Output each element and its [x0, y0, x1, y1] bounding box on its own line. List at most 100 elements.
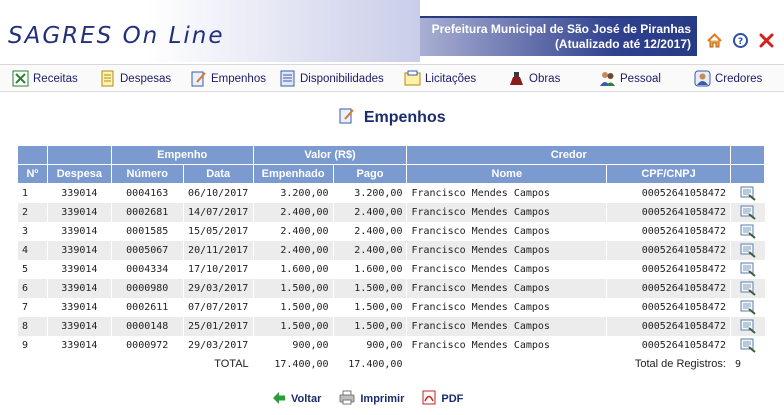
document-detail-icon[interactable] [735, 262, 761, 277]
logo-area: SAGRES On Line [0, 0, 420, 62]
group-header-empenho: Empenho [110, 145, 254, 165]
document-detail-icon[interactable] [735, 243, 761, 258]
header-icons: ? [706, 32, 775, 49]
document-detail-icon[interactable] [735, 338, 761, 353]
menu-item-credores[interactable]: Credores [694, 70, 762, 87]
detail-cell[interactable] [729, 278, 765, 298]
actions-bar: Voltar Imprimir PDF [272, 390, 463, 408]
cell-cpf: 00052641058472 [606, 221, 731, 241]
cell-despesa: 339014 [46, 202, 112, 222]
cell-numero: 0001585 [110, 221, 184, 241]
menu-label: Pessoal [620, 72, 661, 85]
imprimir-button[interactable]: Imprimir [339, 390, 404, 408]
printer-icon [339, 390, 355, 408]
menu-item-obras[interactable]: Obras [508, 70, 560, 87]
cell-pago: 900,00 [332, 335, 407, 355]
menu-label: Obras [529, 72, 561, 85]
cell-pago: 1.500,00 [332, 297, 407, 317]
menu-label: Despesas [120, 72, 172, 85]
document-detail-icon[interactable] [735, 205, 761, 220]
cell-empenhado: 900,00 [252, 335, 334, 355]
column-header-despesa: Despesa [46, 164, 112, 184]
cell-cpf: 00052641058472 [606, 335, 731, 355]
table-row: 2 339014 0002681 14/07/2017 2.400,00 2.400,00… [17, 202, 765, 222]
column-header-pago: Pago [332, 164, 408, 184]
cell-empenhado: 2.400,00 [252, 221, 334, 241]
cell-n: 5 [17, 259, 48, 279]
cell-numero: 0002681 [110, 202, 184, 222]
document-detail-icon[interactable] [735, 224, 761, 239]
pessoal-icon [599, 70, 616, 87]
cell-nome: Francisco Mendes Campos [406, 202, 607, 222]
cell-data: 14/07/2017 [182, 202, 254, 222]
cell-cpf: 00052641058472 [606, 278, 731, 298]
document-detail-icon[interactable] [735, 300, 761, 315]
menu-item-disponibilidades[interactable]: Disponibilidades [279, 70, 384, 87]
detail-cell[interactable] [729, 259, 765, 279]
cell-numero: 0004163 [110, 183, 184, 203]
cell-cpf: 00052641058472 [606, 259, 731, 279]
disponibilidades-icon [279, 70, 296, 87]
cell-nome: Francisco Mendes Campos [406, 278, 607, 298]
menu-item-licitacoes[interactable]: Licitações [404, 70, 476, 87]
group-header-valor: Valor (R$) [252, 145, 408, 165]
cell-empenhado: 1.500,00 [252, 316, 334, 336]
svg-text:?: ? [738, 37, 743, 47]
empenhos-icon [338, 107, 355, 124]
detail-cell[interactable] [729, 183, 765, 203]
cell-n: 9 [17, 335, 48, 355]
table-row: 7 339014 0002611 07/07/2017 1.500,00 1.500,00… [17, 297, 765, 317]
cell-data: 17/10/2017 [182, 259, 254, 279]
detail-cell[interactable] [729, 240, 765, 260]
cell-empenhado: 1.500,00 [252, 278, 334, 298]
voltar-label: Voltar [291, 393, 322, 405]
cell-empenhado: 2.400,00 [252, 202, 334, 222]
cell-numero: 0000148 [110, 316, 184, 336]
menu-label: Credores [715, 72, 763, 85]
home-icon[interactable] [706, 32, 723, 49]
cell-despesa: 339014 [46, 259, 112, 279]
document-detail-icon[interactable] [735, 319, 761, 334]
voltar-button[interactable]: Voltar [272, 391, 321, 408]
pdf-button[interactable]: PDF [422, 390, 463, 408]
document-detail-icon[interactable] [735, 186, 761, 201]
document-detail-icon[interactable] [735, 281, 761, 296]
obras-icon [508, 70, 525, 87]
cell-numero: 0000980 [110, 278, 184, 298]
atualizado-label: (Atualizado até 12/2017) [554, 37, 691, 51]
menu-item-despesas[interactable]: Despesas [99, 70, 171, 87]
cell-data: 29/03/2017 [182, 335, 254, 355]
cell-nome: Francisco Mendes Campos [406, 259, 607, 279]
menu-item-receitas[interactable]: Receitas [12, 70, 78, 87]
detail-cell[interactable] [729, 335, 765, 355]
detail-cell[interactable] [729, 202, 765, 222]
cell-data: 07/07/2017 [182, 297, 254, 317]
help-icon[interactable]: ? [732, 32, 749, 49]
empenhos-table: Empenho Valor (R$) Credor Nº Despesa Núm… [17, 145, 766, 374]
cell-n: 7 [17, 297, 48, 317]
cell-cpf: 00052641058472 [606, 183, 731, 203]
pdf-icon [422, 390, 436, 408]
menu-item-pessoal[interactable]: Pessoal [599, 70, 661, 87]
header: SAGRES On Line Prefeitura Municipal de S… [0, 0, 784, 62]
cell-pago: 1.500,00 [332, 316, 407, 336]
cell-despesa: 339014 [46, 278, 112, 298]
prefeitura-name: Prefeitura Municipal de São José de Pira… [431, 22, 691, 36]
column-header-n: Nº [17, 164, 48, 184]
menu-label: Disponibilidades [300, 72, 384, 85]
cell-cpf: 00052641058472 [606, 297, 731, 317]
cell-nome: Francisco Mendes Campos [406, 240, 607, 260]
menu-item-empenhos[interactable]: Empenhos [190, 70, 266, 87]
detail-cell[interactable] [729, 297, 765, 317]
cell-pago: 2.400,00 [332, 240, 407, 260]
table-row: 8 339014 0000148 25/01/2017 1.500,00 1.500,00… [17, 316, 765, 336]
detail-cell[interactable] [729, 316, 765, 336]
close-icon[interactable] [758, 32, 775, 49]
pdf-label: PDF [441, 393, 464, 405]
column-header-cpf: CPF/CNPJ [606, 164, 731, 184]
registros-label: Total de Registros: [606, 354, 731, 374]
cell-n: 6 [17, 278, 48, 298]
detail-cell[interactable] [729, 221, 765, 241]
table-row: 5 339014 0004334 17/10/2017 1.600,00 1.600,00… [17, 259, 765, 279]
cell-numero: 0000972 [110, 335, 184, 355]
